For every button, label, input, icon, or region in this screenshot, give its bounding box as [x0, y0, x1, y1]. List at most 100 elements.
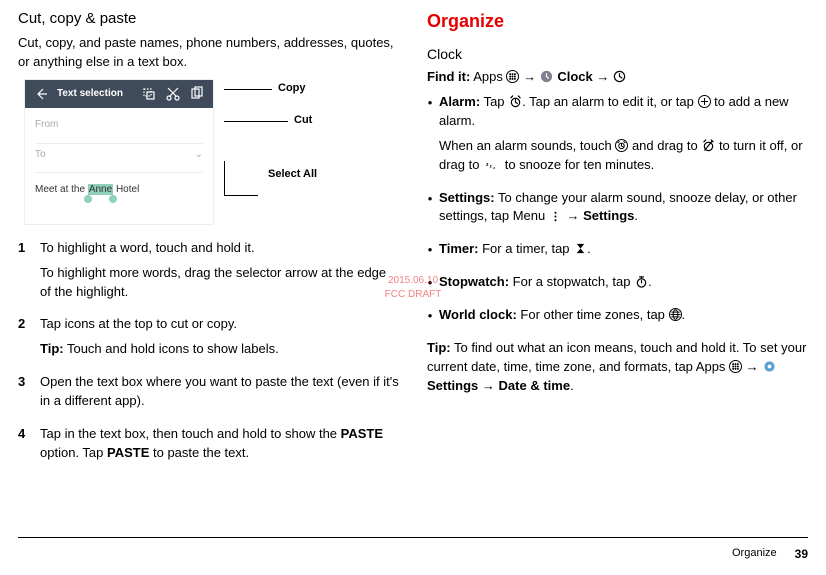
apps-icon [506, 70, 519, 83]
tip-c: Settings [427, 378, 478, 393]
clock-app-icon [540, 70, 554, 84]
findit-label: Find it: [427, 69, 470, 84]
s4b: option. Tap [40, 445, 107, 460]
highlighted-word: Anne [88, 184, 113, 195]
snooze-icon: zzz [483, 157, 501, 171]
alarm-ring-icon [615, 139, 628, 152]
alarm-line1: Alarm: Tap . Tap an alarm to edit it, or… [439, 93, 808, 131]
clock-subheading: Clock [427, 44, 808, 64]
timer-a: For a timer, tap [479, 241, 574, 256]
world-clock-line: World clock: For other time zones, tap . [439, 306, 808, 325]
meet-hl: Anne [89, 184, 112, 195]
world-label: World clock: [439, 307, 517, 322]
arrow1: → [523, 69, 540, 84]
stopwatch-a: For a stopwatch, tap [509, 274, 634, 289]
bullet-dot: • [427, 189, 433, 233]
select-all-icon [141, 86, 157, 102]
step-1a: To highlight a word, touch and hold it. [40, 239, 399, 258]
svg-text:z: z [489, 163, 491, 168]
bullet-settings: • Settings: To change your alarm sound, … [427, 189, 808, 233]
step-3: 3 Open the text box where you want to pa… [18, 373, 399, 417]
paste-1: PASTE [341, 426, 383, 441]
mock-to-label: To [35, 148, 46, 163]
step-number: 4 [18, 425, 32, 469]
alarm-off-icon [701, 138, 715, 152]
s4c: to paste the text. [149, 445, 249, 460]
callout-cut: Cut [294, 113, 312, 129]
tip-line: Tip: To find out what an icon means, tou… [427, 339, 808, 396]
callout-select-all: Select All [268, 167, 317, 183]
step-4: Tap in the text box, then touch and hold… [40, 425, 399, 463]
step-2: 2 Tap icons at the top to cut or copy. T… [18, 315, 399, 365]
timer-b: . [587, 241, 591, 256]
clock-icon [613, 70, 627, 84]
stopwatch-label: Stopwatch: [439, 274, 509, 289]
tip-text: Touch and hold icons to show labels. [64, 341, 279, 356]
bullet-dot: • [427, 273, 433, 298]
organize-heading: Organize [427, 8, 808, 34]
alarm-label: Alarm: [439, 94, 480, 109]
callout-line [224, 89, 272, 90]
clock-word: Clock [557, 69, 592, 84]
back-arrow-icon [33, 86, 49, 102]
tip-e: Date & time [499, 378, 571, 393]
world-b: . [682, 307, 686, 322]
tip-arrow2: → [478, 378, 498, 393]
stopwatch-line: Stopwatch: For a stopwatch, tap . [439, 273, 808, 292]
bullet-stopwatch: • Stopwatch: For a stopwatch, tap . [427, 273, 808, 298]
settings-line: Settings: To change your alarm sound, sn… [439, 189, 808, 227]
settings-b: → [563, 208, 583, 223]
paste-2: PASTE [107, 445, 149, 460]
alarm-a: Tap [480, 94, 508, 109]
step-number: 1 [18, 239, 32, 308]
step-3a: Open the text box where you want to past… [40, 373, 399, 411]
step-4: 4 Tap in the text box, then touch and ho… [18, 425, 399, 469]
footer-page-number: 39 [795, 546, 808, 563]
s4a: Tap in the text box, then touch and hold… [40, 426, 341, 441]
arrow2: → [593, 69, 613, 84]
alarm-clock-icon [508, 95, 522, 109]
copy-icon [189, 86, 205, 102]
mock-to-field: To ⌄ [35, 144, 203, 174]
world-a: For other time zones, tap [517, 307, 669, 322]
step-1b: To highlight more words, drag the select… [40, 264, 399, 302]
alarm-line2: When an alarm sounds, touch and drag to … [439, 137, 808, 175]
settings-label: Settings: [439, 190, 495, 205]
intro-text: Cut, copy, and paste names, phone number… [18, 34, 399, 72]
mock-body-text: Meet at the Anne Hotel [35, 173, 203, 218]
step-number: 2 [18, 315, 32, 365]
menu-dots-icon [549, 209, 563, 223]
alarm-d: When an alarm sounds, touch [439, 138, 615, 153]
settings-word: Settings [427, 378, 478, 393]
text-selection-mock: Text selection From To ⌄ [18, 79, 399, 225]
stopwatch-icon [634, 275, 648, 289]
bullet-dot: • [427, 93, 433, 180]
alarm-e: and drag to [628, 138, 701, 153]
tip-f: . [570, 378, 574, 393]
cut-copy-paste-heading: Cut, copy & paste [18, 8, 399, 30]
step-1: 1 To highlight a word, touch and hold it… [18, 239, 399, 308]
clock-text: Clock [557, 69, 592, 84]
findit-a: Apps [470, 69, 506, 84]
bullet-alarm: • Alarm: Tap . Tap an alarm to edit it, … [427, 93, 808, 180]
page-footer: Organize 39 [18, 537, 808, 563]
settings-gear-icon [762, 359, 776, 373]
tip-label: Tip: [40, 341, 64, 356]
callout-line [224, 121, 288, 122]
cut-icon [165, 86, 181, 102]
bullet-dot: • [427, 306, 433, 331]
find-it-line: Find it: Apps → Clock → [427, 68, 808, 87]
settings-d: . [634, 208, 638, 223]
timer-line: Timer: For a timer, tap . [439, 240, 808, 259]
svg-text:z: z [486, 162, 489, 168]
hourglass-icon [573, 242, 587, 256]
step-2a: Tap icons at the top to cut or copy. [40, 315, 399, 334]
mock-from-field: From [35, 114, 203, 144]
alarm-g: to snooze for ten minutes. [501, 157, 654, 172]
bullet-dot: • [427, 240, 433, 265]
meet-post: Hotel [113, 184, 139, 195]
bullet-world-clock: • World clock: For other time zones, tap… [427, 306, 808, 331]
mock-toolbar-title: Text selection [57, 87, 133, 102]
timer-label: Timer: [439, 241, 479, 256]
bullet-timer: • Timer: For a timer, tap . [427, 240, 808, 265]
